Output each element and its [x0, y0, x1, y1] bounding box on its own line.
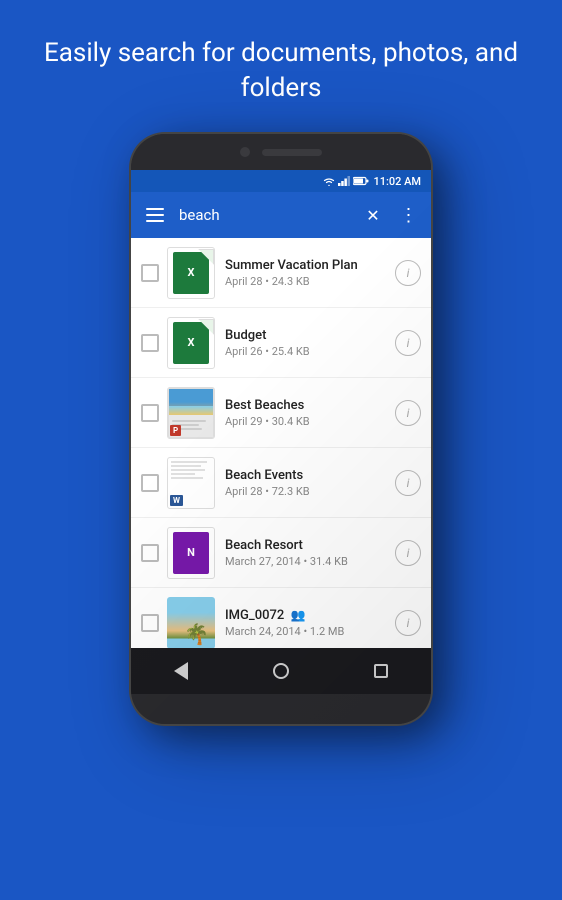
file-name: Budget: [225, 328, 395, 343]
phone-screen: 11:02 AM beach ✕ ⋮ X: [131, 170, 431, 648]
phone-bottom-bar: [131, 694, 431, 724]
excel-icon: X: [173, 252, 209, 294]
info-button[interactable]: i: [395, 610, 421, 636]
file-meta: April 29 • 30.4 KB: [225, 415, 395, 428]
file-meta: April 26 • 25.4 KB: [225, 345, 395, 358]
search-query[interactable]: beach: [179, 206, 351, 224]
file-info: Beach Events April 28 • 72.3 KB: [225, 468, 395, 498]
status-icons: [323, 176, 369, 186]
hamburger-line: [146, 214, 164, 216]
recents-icon: [374, 664, 388, 678]
file-checkbox[interactable]: [141, 334, 159, 352]
wifi-icon: [323, 176, 335, 186]
file-thumbnail: X: [167, 317, 215, 369]
info-button[interactable]: i: [395, 470, 421, 496]
info-button[interactable]: i: [395, 330, 421, 356]
phone-top-bar: [131, 134, 431, 170]
file-info: Best Beaches April 29 • 30.4 KB: [225, 398, 395, 428]
back-icon: [174, 662, 188, 680]
phone-nav-bar: [131, 648, 431, 694]
headline: Easily search for documents, photos, and…: [0, 0, 562, 134]
file-info: Beach Resort March 27, 2014 • 31.4 KB: [225, 538, 395, 568]
phone-mockup: 11:02 AM beach ✕ ⋮ X: [126, 134, 436, 900]
file-thumbnail: 🌴: [167, 597, 215, 649]
file-name: Best Beaches: [225, 398, 395, 413]
file-meta: April 28 • 72.3 KB: [225, 485, 395, 498]
file-thumbnail: N: [167, 527, 215, 579]
file-meta: April 28 • 24.3 KB: [225, 275, 395, 288]
file-thumbnail: X: [167, 247, 215, 299]
file-name: Beach Resort: [225, 538, 395, 553]
onenote-icon: N: [173, 532, 209, 574]
hamburger-line: [146, 220, 164, 222]
info-button[interactable]: i: [395, 260, 421, 286]
list-item[interactable]: P Best Beaches April 29 • 30.4 KB i: [131, 378, 431, 448]
file-checkbox[interactable]: [141, 264, 159, 282]
file-info: Budget April 26 • 25.4 KB: [225, 328, 395, 358]
more-options-button[interactable]: ⋮: [395, 201, 423, 229]
phone-body: 11:02 AM beach ✕ ⋮ X: [131, 134, 431, 724]
home-icon: [273, 663, 289, 679]
signal-icon: [338, 176, 350, 186]
camera-dot: [240, 147, 250, 157]
list-item[interactable]: X Summer Vacation Plan April 28 • 24.3 K…: [131, 238, 431, 308]
list-item[interactable]: N Beach Resort March 27, 2014 • 31.4 KB …: [131, 518, 431, 588]
home-button[interactable]: [263, 653, 299, 689]
list-item[interactable]: 🌴 IMG_0072 👥 March 24, 2014 • 1.2 MB i: [131, 588, 431, 648]
back-button[interactable]: [163, 653, 199, 689]
file-name: Beach Events: [225, 468, 395, 483]
recents-button[interactable]: [363, 653, 399, 689]
file-info: Summer Vacation Plan April 28 • 24.3 KB: [225, 258, 395, 288]
clear-button[interactable]: ✕: [359, 201, 387, 229]
file-meta: March 27, 2014 • 31.4 KB: [225, 555, 395, 568]
battery-icon: [353, 176, 369, 186]
file-name: IMG_0072 👥: [225, 608, 395, 623]
file-meta: March 24, 2014 • 1.2 MB: [225, 625, 395, 638]
file-checkbox[interactable]: [141, 544, 159, 562]
status-bar: 11:02 AM: [131, 170, 431, 192]
info-button[interactable]: i: [395, 540, 421, 566]
hamburger-line: [146, 208, 164, 210]
search-bar[interactable]: beach ✕ ⋮: [131, 192, 431, 238]
file-info: IMG_0072 👥 March 24, 2014 • 1.2 MB: [225, 608, 395, 638]
speaker-bar: [262, 149, 322, 156]
shared-icon: 👥: [291, 608, 306, 622]
file-checkbox[interactable]: [141, 614, 159, 632]
file-name: Summer Vacation Plan: [225, 258, 395, 273]
file-checkbox[interactable]: [141, 404, 159, 422]
status-time: 11:02 AM: [373, 175, 421, 188]
excel-icon: X: [173, 322, 209, 364]
file-thumbnail: W: [167, 457, 215, 509]
list-item[interactable]: W Beach Events April 28 • 72.3 KB i: [131, 448, 431, 518]
file-list: X Summer Vacation Plan April 28 • 24.3 K…: [131, 238, 431, 648]
menu-button[interactable]: [139, 199, 171, 231]
list-item[interactable]: X Budget April 26 • 25.4 KB i: [131, 308, 431, 378]
file-checkbox[interactable]: [141, 474, 159, 492]
info-button[interactable]: i: [395, 400, 421, 426]
file-thumbnail: P: [167, 387, 215, 439]
